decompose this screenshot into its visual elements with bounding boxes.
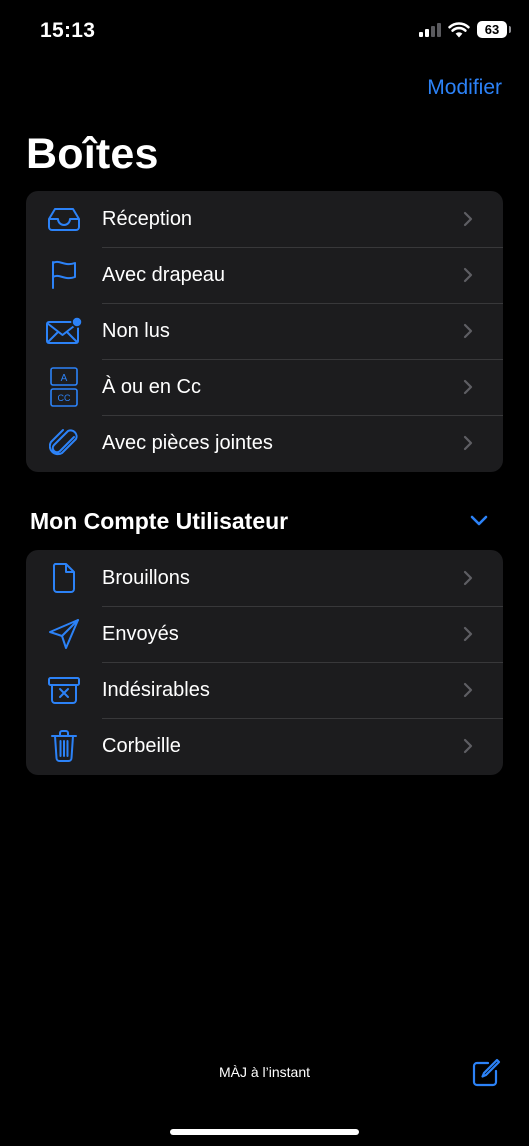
chevron-right-icon (463, 379, 503, 395)
svg-text:A: A (61, 373, 68, 384)
account-folders-list: Brouillons Envoyés Indésirables Corbeill… (26, 550, 503, 775)
status-indicators: 63 (419, 21, 511, 38)
mailbox-label: Non lus (102, 319, 170, 342)
chevron-right-icon (463, 323, 503, 339)
mailbox-row-inbox[interactable]: Réception (26, 191, 503, 247)
junk-box-icon (26, 662, 102, 718)
compose-icon[interactable] (471, 1058, 501, 1088)
svg-text:CC: CC (58, 393, 71, 403)
chevron-right-icon (463, 682, 503, 698)
mailbox-label: Avec pièces jointes (102, 431, 273, 454)
folder-row-trash[interactable]: Corbeille (26, 718, 503, 774)
cellular-signal-icon (419, 22, 441, 37)
folder-label: Brouillons (102, 566, 190, 589)
mailbox-row-to-cc[interactable]: A CC À ou en Cc (26, 359, 503, 415)
folder-label: Corbeille (102, 734, 181, 757)
page-title: Boîtes (26, 130, 159, 178)
battery-icon: 63 (477, 21, 511, 38)
home-indicator[interactable] (170, 1129, 359, 1135)
flag-icon (26, 247, 102, 303)
mailbox-row-flagged[interactable]: Avec drapeau (26, 247, 503, 303)
folder-row-sent[interactable]: Envoyés (26, 606, 503, 662)
mailbox-label: À ou en Cc (102, 375, 201, 398)
update-status: MÀJ à l’instant (218, 1064, 311, 1080)
chevron-right-icon (463, 435, 503, 451)
chevron-right-icon (463, 211, 503, 227)
mailboxes-list: Réception Avec drapeau Non lus A CC À ou… (26, 191, 503, 472)
paper-plane-icon (26, 606, 102, 662)
trash-icon (26, 718, 102, 774)
folder-row-drafts[interactable]: Brouillons (26, 550, 503, 606)
chevron-right-icon (463, 626, 503, 642)
folder-row-junk[interactable]: Indésirables (26, 662, 503, 718)
chevron-right-icon (463, 267, 503, 283)
inbox-tray-icon (26, 191, 102, 247)
mailbox-row-unread[interactable]: Non lus (26, 303, 503, 359)
unread-envelope-icon (26, 303, 102, 359)
folder-label: Envoyés (102, 622, 179, 645)
chevron-right-icon (463, 738, 503, 754)
chevron-right-icon (463, 570, 503, 586)
mailbox-label: Réception (102, 207, 193, 230)
document-icon (26, 550, 102, 606)
to-cc-icon: A CC (26, 359, 102, 415)
wifi-icon (448, 21, 470, 37)
account-section-header[interactable]: Mon Compte Utilisateur (30, 503, 503, 539)
status-time: 15:13 (40, 19, 96, 42)
chevron-down-icon[interactable] (469, 515, 489, 527)
status-bar: 15:13 63 (0, 0, 529, 64)
paperclip-icon (26, 415, 102, 471)
mailbox-row-attachments[interactable]: Avec pièces jointes (26, 415, 503, 471)
account-title: Mon Compte Utilisateur (30, 507, 289, 534)
edit-button[interactable]: Modifier (427, 76, 502, 100)
folder-label: Indésirables (102, 678, 210, 701)
mailbox-label: Avec drapeau (102, 263, 226, 286)
